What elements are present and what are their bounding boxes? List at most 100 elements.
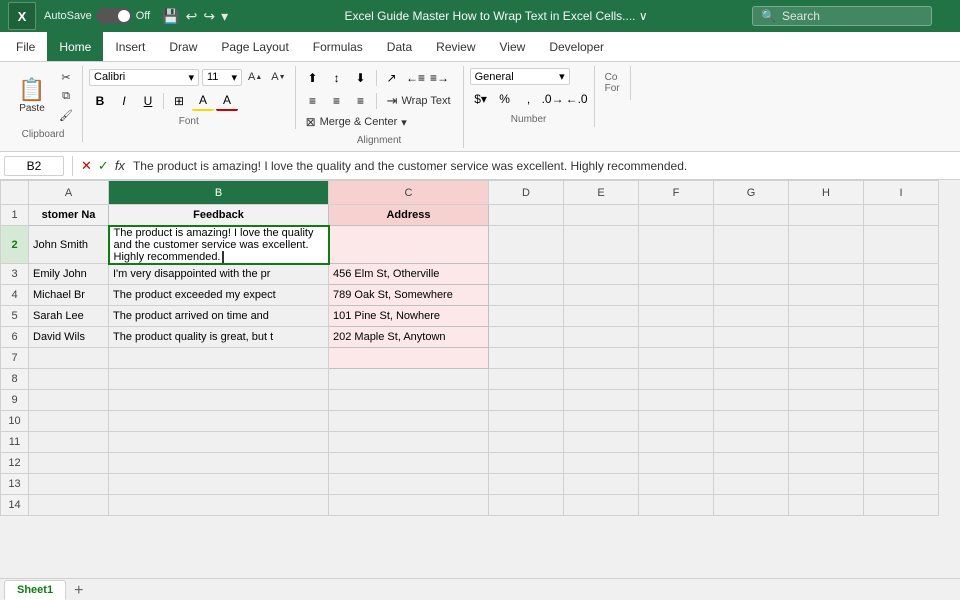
cell-h3[interactable] (789, 264, 864, 285)
menu-insert[interactable]: Insert (103, 32, 157, 61)
redo-icon[interactable]: ↪ (203, 8, 215, 25)
cell-c2[interactable] (329, 226, 489, 264)
align-top-button[interactable]: ⬆ (302, 68, 324, 88)
font-size-selector[interactable]: 11 ▾ (202, 69, 242, 86)
formula-cancel-icon[interactable]: ✕ (81, 158, 92, 174)
search-box[interactable]: 🔍 Search (752, 6, 932, 26)
cell-i6[interactable] (864, 327, 939, 348)
cell-e5[interactable] (564, 306, 639, 327)
increase-font-button[interactable]: A▲ (245, 68, 265, 86)
indent-increase-button[interactable]: ≡→ (429, 68, 451, 88)
comma-button[interactable]: , (518, 89, 540, 109)
copy-button[interactable]: ⧉ (56, 87, 76, 105)
cell-d6[interactable] (489, 327, 564, 348)
menu-page-layout[interactable]: Page Layout (209, 32, 300, 61)
cell-a7[interactable] (29, 348, 109, 369)
cell-g3[interactable] (714, 264, 789, 285)
fill-color-button[interactable]: A (192, 91, 214, 111)
font-color-button[interactable]: A (216, 91, 238, 111)
col-header-b[interactable]: B (109, 181, 329, 205)
formula-confirm-icon[interactable]: ✓ (98, 158, 109, 174)
cell-f2[interactable] (639, 226, 714, 264)
cell-c6[interactable]: 202 Maple St, Anytown (329, 327, 489, 348)
cell-a6[interactable]: David Wils (29, 327, 109, 348)
col-header-i[interactable]: I (864, 181, 939, 205)
decimal-decrease-button[interactable]: ←.0 (566, 89, 588, 109)
cell-f3[interactable] (639, 264, 714, 285)
menu-view[interactable]: View (488, 32, 538, 61)
cell-h2[interactable] (789, 226, 864, 264)
cell-b6[interactable]: The product quality is great, but t (109, 327, 329, 348)
sheet-tab-sheet1[interactable]: Sheet1 (4, 580, 66, 600)
align-left-button[interactable]: ≡ (302, 91, 324, 111)
cell-f6[interactable] (639, 327, 714, 348)
menu-developer[interactable]: Developer (537, 32, 616, 61)
cell-f1[interactable] (639, 205, 714, 226)
wrap-text-button[interactable]: ⇥ Wrap Text (381, 90, 457, 112)
cell-b5[interactable]: The product arrived on time and (109, 306, 329, 327)
cell-c1[interactable]: Address (329, 205, 489, 226)
percent-button[interactable]: % (494, 89, 516, 109)
cell-h5[interactable] (789, 306, 864, 327)
cell-d5[interactable] (489, 306, 564, 327)
formula-fx-icon[interactable]: fx (115, 158, 125, 173)
menu-review[interactable]: Review (424, 32, 487, 61)
table-wrapper[interactable]: A B C D E F G H I 1 stomer Na (0, 180, 960, 578)
decimal-increase-button[interactable]: .0→ (542, 89, 564, 109)
cell-a4[interactable]: Michael Br (29, 285, 109, 306)
cell-a2[interactable]: John Smith (29, 226, 109, 264)
align-bottom-button[interactable]: ⬇ (350, 68, 372, 88)
cell-c4[interactable]: 789 Oak St, Somewhere (329, 285, 489, 306)
add-sheet-button[interactable]: + (68, 582, 89, 600)
cell-d4[interactable] (489, 285, 564, 306)
italic-button[interactable]: I (113, 91, 135, 111)
decrease-font-button[interactable]: A▼ (268, 68, 288, 86)
menu-data[interactable]: Data (375, 32, 424, 61)
cell-d3[interactable] (489, 264, 564, 285)
align-right-button[interactable]: ≡ (350, 91, 372, 111)
cell-c3[interactable]: 456 Elm St, Otherville (329, 264, 489, 285)
cell-a5[interactable]: Sarah Lee (29, 306, 109, 327)
cell-e4[interactable] (564, 285, 639, 306)
col-header-g[interactable]: G (714, 181, 789, 205)
cell-g4[interactable] (714, 285, 789, 306)
col-header-f[interactable]: F (639, 181, 714, 205)
cell-b2[interactable]: The product is amazing! I love the quali… (109, 226, 329, 264)
col-header-c[interactable]: C (329, 181, 489, 205)
col-header-e[interactable]: E (564, 181, 639, 205)
indent-decrease-button[interactable]: ←≡ (405, 68, 427, 88)
autosave-toggle[interactable] (96, 8, 132, 24)
more-icon[interactable]: ▾ (221, 8, 228, 25)
cell-h1[interactable] (789, 205, 864, 226)
cut-button[interactable]: ✂ (56, 68, 76, 86)
cell-b1[interactable]: Feedback (109, 205, 329, 226)
cell-d2[interactable] (489, 226, 564, 264)
cell-h6[interactable] (789, 327, 864, 348)
cell-i5[interactable] (864, 306, 939, 327)
cell-e6[interactable] (564, 327, 639, 348)
cell-h4[interactable] (789, 285, 864, 306)
col-header-a[interactable]: A (29, 181, 109, 205)
cell-c5[interactable]: 101 Pine St, Nowhere (329, 306, 489, 327)
merge-center-button[interactable]: ⊠ Merge & Center ▾ (302, 114, 411, 130)
menu-home[interactable]: Home (47, 32, 103, 61)
cell-i4[interactable] (864, 285, 939, 306)
format-painter-button[interactable]: 🖌 (56, 106, 76, 124)
menu-draw[interactable]: Draw (157, 32, 209, 61)
col-header-h[interactable]: H (789, 181, 864, 205)
cell-e3[interactable] (564, 264, 639, 285)
cell-e1[interactable] (564, 205, 639, 226)
cell-g6[interactable] (714, 327, 789, 348)
cell-e2[interactable] (564, 226, 639, 264)
currency-button[interactable]: $▾ (470, 89, 492, 109)
cell-i1[interactable] (864, 205, 939, 226)
font-name-selector[interactable]: Calibri ▾ (89, 69, 199, 86)
number-format-selector[interactable]: General ▾ (470, 68, 570, 85)
paste-button[interactable]: 📋 Paste (10, 77, 54, 116)
text-direction-button[interactable]: ↗ (381, 68, 403, 88)
menu-formulas[interactable]: Formulas (301, 32, 375, 61)
save-icon[interactable]: 💾 (162, 8, 179, 25)
cell-reference-box[interactable] (4, 156, 64, 176)
cell-g2[interactable] (714, 226, 789, 264)
cell-f4[interactable] (639, 285, 714, 306)
